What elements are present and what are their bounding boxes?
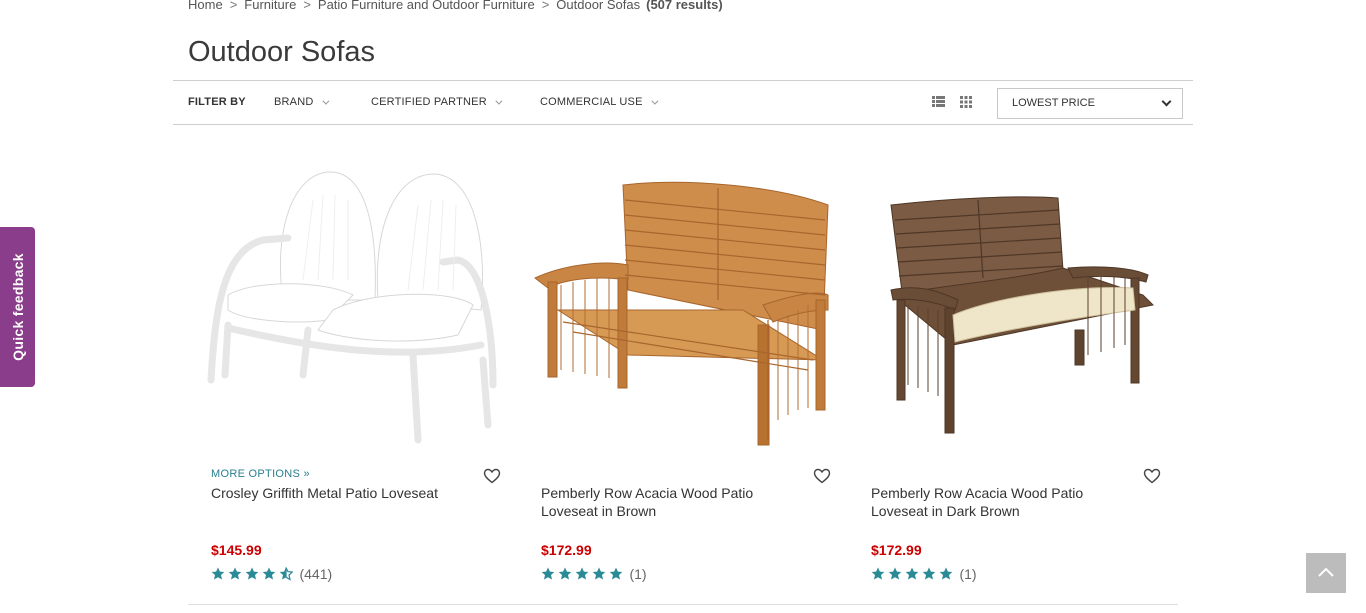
chevron-up-icon bbox=[1318, 567, 1334, 577]
more-options-link[interactable]: MORE OPTIONS » bbox=[211, 468, 310, 480]
product-name[interactable]: Pemberly Row Acacia Wood Patio Loveseat … bbox=[871, 484, 1141, 520]
review-count: (441) bbox=[299, 565, 333, 582]
sort-select[interactable]: LOWEST PRICE bbox=[997, 88, 1183, 119]
chevron-down-icon bbox=[1161, 96, 1172, 107]
star-rating-icon bbox=[541, 567, 623, 580]
breadcrumb-separator: > bbox=[541, 0, 550, 12]
breadcrumb-outdoor-sofas[interactable]: Outdoor Sofas bbox=[556, 0, 640, 12]
heart-icon[interactable] bbox=[483, 468, 501, 484]
product-rating[interactable]: (1) bbox=[871, 565, 977, 582]
product-image[interactable] bbox=[533, 160, 843, 450]
filter-brand-label: BRAND bbox=[274, 96, 314, 108]
quick-feedback-label: Quick feedback bbox=[9, 253, 26, 361]
review-count: (1) bbox=[959, 565, 977, 582]
product-price: $145.99 bbox=[211, 542, 262, 558]
page-title: Outdoor Sofas bbox=[188, 36, 375, 68]
review-count: (1) bbox=[629, 565, 647, 582]
breadcrumb-furniture[interactable]: Furniture bbox=[244, 0, 296, 12]
breadcrumb-separator: > bbox=[303, 0, 311, 12]
divider bbox=[188, 604, 1178, 605]
results-count: (507 results) bbox=[646, 0, 723, 12]
chevron-down-icon bbox=[321, 97, 329, 105]
product-rating[interactable]: (441) bbox=[211, 565, 333, 582]
breadcrumb-patio-furniture[interactable]: Patio Furniture and Outdoor Furniture bbox=[318, 0, 535, 12]
filter-by-label: FILTER BY bbox=[188, 96, 246, 108]
product-image[interactable] bbox=[863, 160, 1173, 450]
product-name[interactable]: Crosley Griffith Metal Patio Loveseat bbox=[211, 484, 481, 502]
grid-view-icon[interactable] bbox=[960, 96, 972, 108]
sort-selected-value: LOWEST PRICE bbox=[1012, 97, 1095, 109]
product-price: $172.99 bbox=[541, 542, 592, 558]
breadcrumb-home[interactable]: Home bbox=[188, 0, 223, 12]
product-price: $172.99 bbox=[871, 542, 922, 558]
product-rating[interactable]: (1) bbox=[541, 565, 647, 582]
heart-icon[interactable] bbox=[1143, 468, 1161, 484]
product-image[interactable] bbox=[203, 160, 513, 450]
breadcrumb-separator: > bbox=[229, 0, 238, 12]
chevron-down-icon bbox=[495, 97, 503, 105]
filter-certified-partner-dropdown[interactable]: CERTIFIED PARTNER bbox=[371, 96, 503, 108]
filter-brand-dropdown[interactable]: BRAND bbox=[274, 96, 329, 108]
star-rating-icon bbox=[211, 567, 293, 581]
filter-commercial-use-dropdown[interactable]: COMMERCIAL USE bbox=[540, 96, 659, 108]
heart-icon[interactable] bbox=[813, 468, 831, 484]
list-view-icon[interactable] bbox=[932, 96, 945, 107]
quick-feedback-tab[interactable]: Quick feedback bbox=[0, 227, 35, 387]
filter-bar: FILTER BY BRAND CERTIFIED PARTNER COMMER… bbox=[173, 80, 1193, 125]
star-rating-icon bbox=[871, 567, 953, 580]
chevron-down-icon bbox=[651, 97, 659, 105]
filter-certified-partner-label: CERTIFIED PARTNER bbox=[371, 96, 487, 108]
back-to-top-button[interactable] bbox=[1306, 553, 1346, 593]
product-name[interactable]: Pemberly Row Acacia Wood Patio Loveseat … bbox=[541, 484, 811, 520]
breadcrumb: Home > Furniture > Patio Furniture and Outdo… bbox=[188, 0, 723, 12]
filter-commercial-use-label: COMMERCIAL USE bbox=[540, 96, 643, 108]
